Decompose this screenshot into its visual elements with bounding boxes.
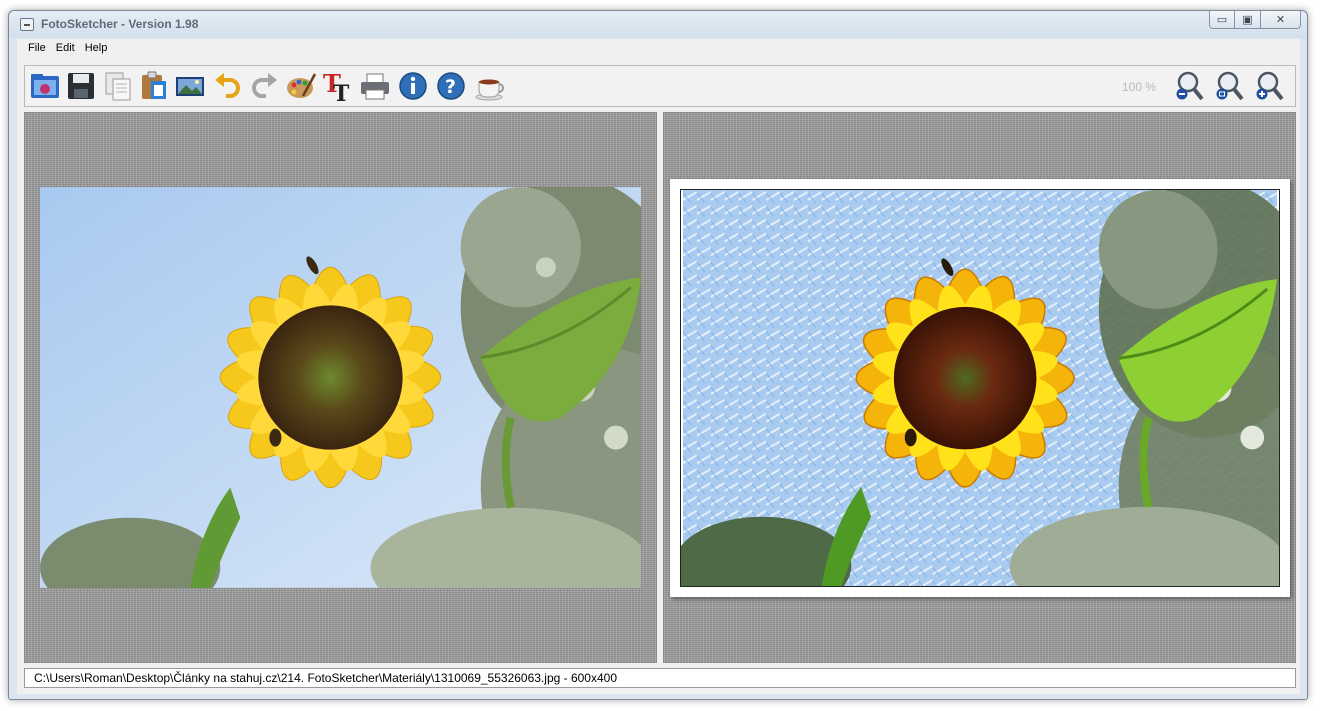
zoom-in-icon: [1256, 71, 1284, 101]
menu-edit[interactable]: Edit: [51, 39, 80, 58]
svg-text:T: T: [333, 81, 350, 102]
zoom-fit-button[interactable]: [1213, 70, 1245, 102]
zoom-in-button[interactable]: [1253, 70, 1285, 102]
palette-icon: [287, 73, 317, 98]
save-button[interactable]: [65, 70, 97, 102]
coffee-button[interactable]: [474, 70, 506, 102]
save-icon: [68, 73, 94, 99]
text-button[interactable]: T T: [322, 70, 354, 102]
picture-icon: [176, 77, 204, 96]
close-button[interactable]: ✕: [1261, 11, 1301, 29]
zoom-out-icon: [1176, 71, 1204, 101]
title-bar[interactable]: FotoSketcher - Version 1.98 ▭ ▣ ✕: [9, 11, 1307, 38]
coffee-cup-icon: [475, 79, 504, 101]
painting-palette-button[interactable]: [285, 70, 317, 102]
help-button[interactable]: ?: [435, 70, 467, 102]
paste-icon: [142, 71, 166, 99]
painted-sunflower-result: [680, 189, 1280, 587]
svg-text:?: ?: [445, 76, 456, 98]
menu-help[interactable]: Help: [80, 39, 113, 58]
system-menu-icon[interactable]: [20, 18, 34, 31]
undo-icon: [215, 73, 240, 98]
redo-icon: [252, 73, 277, 98]
copy-icon: [105, 72, 131, 101]
zoom-out-button[interactable]: [1173, 70, 1205, 102]
redo-button[interactable]: [248, 70, 280, 102]
picture-button[interactable]: [174, 70, 206, 102]
original-sunflower-photo: [40, 187, 641, 588]
help-icon: ?: [437, 72, 465, 100]
maximize-button[interactable]: ▣: [1235, 11, 1261, 29]
undo-button[interactable]: [212, 70, 244, 102]
restore-icon: ▣: [1242, 13, 1253, 26]
copy-button[interactable]: [102, 70, 134, 102]
window-title: FotoSketcher - Version 1.98: [41, 17, 199, 31]
zoom-level-label: 100 %: [1122, 80, 1157, 94]
text-icon: T T: [323, 70, 350, 102]
zoom-fit-icon: [1216, 71, 1244, 101]
info-icon: [399, 72, 427, 100]
open-image-icon: [31, 74, 59, 98]
open-image-button[interactable]: [29, 70, 61, 102]
minimize-button[interactable]: ▭: [1209, 11, 1235, 29]
minimize-icon: ▭: [1216, 13, 1228, 26]
status-bar: C:\Users\Roman\Desktop\Články na stahuj.…: [24, 668, 1296, 688]
sketch-result-panel[interactable]: [663, 112, 1296, 663]
menu-file[interactable]: File: [17, 39, 51, 58]
original-image-panel[interactable]: [24, 112, 657, 663]
window-controls: ▭ ▣ ✕: [1209, 11, 1301, 31]
toolbar: T T ? 100 %: [24, 65, 1296, 107]
paste-button[interactable]: [138, 70, 170, 102]
menu-bar: File Edit Help: [17, 39, 1300, 58]
info-button[interactable]: [397, 70, 429, 102]
printer-icon: [361, 73, 389, 100]
print-button[interactable]: [359, 70, 391, 102]
sketch-frame: [670, 179, 1290, 597]
close-icon: ✕: [1275, 13, 1286, 26]
file-path-status: C:\Users\Roman\Desktop\Články na stahuj.…: [34, 671, 618, 685]
